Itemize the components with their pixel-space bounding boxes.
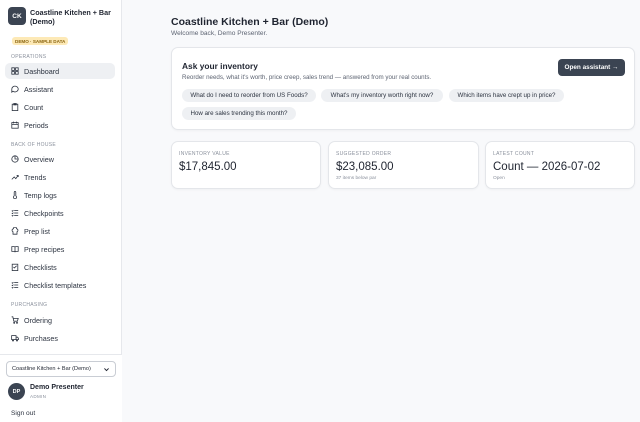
sidebar-item-label: Checklist templates xyxy=(24,280,87,290)
suggestion-chip[interactable]: What do I need to reorder from US Foods? xyxy=(182,89,316,102)
cart-icon xyxy=(11,316,19,324)
suggestion-chip[interactable]: Which items have crept up in price? xyxy=(449,89,564,102)
sidebar-item-ordering[interactable]: Ordering xyxy=(5,312,115,328)
sidebar-item-purchases[interactable]: Purchases xyxy=(5,330,115,346)
stat-label: INVENTORY VALUE xyxy=(179,151,230,157)
stat-value: $23,085.00 xyxy=(336,161,394,173)
sidebar-item-label: Prep recipes xyxy=(24,244,65,254)
main-content: Coastline Kitchen + Bar (Demo) Welcome b… xyxy=(122,0,640,422)
user-name: Demo Presenter xyxy=(30,384,84,391)
calendar-icon xyxy=(11,121,19,129)
thermometer-icon xyxy=(11,191,19,199)
brand-logo: CK xyxy=(8,7,26,25)
sidebar-item-label: Assistant xyxy=(24,84,54,94)
section-back-of-house: BACK OF HOUSE xyxy=(11,142,57,148)
sidebar-item-label: Checkpoints xyxy=(24,208,64,218)
sidebar-item-label: Purchases xyxy=(24,333,58,343)
sidebar-item-prep-list[interactable]: Prep list xyxy=(5,223,115,239)
sidebar-item-prep-recipes[interactable]: Prep recipes xyxy=(5,241,115,257)
stat-label: SUGGESTED ORDER xyxy=(336,151,392,157)
sidebar-item-label: Temp logs xyxy=(24,190,57,200)
chat-icon xyxy=(11,85,19,93)
sidebar-item-temp-logs[interactable]: Temp logs xyxy=(5,187,115,203)
chef-hat-icon xyxy=(11,227,19,235)
ask-inventory-card: Ask your inventory Reorder needs, what i… xyxy=(171,47,635,130)
stat-sub: 37 items below par xyxy=(336,176,377,181)
sidebar-item-label: Overview xyxy=(24,154,54,164)
grid-icon xyxy=(11,67,19,75)
ask-title: Ask your inventory xyxy=(182,61,258,71)
sidebar-item-assistant[interactable]: Assistant xyxy=(5,81,115,97)
sidebar-item-label: Periods xyxy=(24,120,49,130)
stat-sub: Open xyxy=(493,176,505,181)
demo-badge: DEMO · SAMPLE DATA xyxy=(12,37,69,45)
sidebar: CK Coastline Kitchen + Bar (Demo) DEMO ·… xyxy=(0,0,122,422)
section-purchasing: PURCHASING xyxy=(11,302,48,308)
sidebar-footer: Coastline Kitchen + Bar (Demo) DP Demo P… xyxy=(0,354,122,422)
ask-description: Reorder needs, what it's worth, price cr… xyxy=(182,74,432,81)
list-check-icon xyxy=(11,209,19,217)
chevron-down-icon xyxy=(103,366,110,373)
welcome-message: Welcome back, Demo Presenter. xyxy=(171,30,268,37)
suggestion-chip[interactable]: What's my inventory worth right now? xyxy=(321,89,443,102)
sign-out-link[interactable]: Sign out xyxy=(11,410,35,417)
sidebar-item-label: Prep list xyxy=(24,226,50,236)
avatar: DP xyxy=(8,383,25,400)
stat-card-suggested-order[interactable]: SUGGESTED ORDER $23,085.00 37 items belo… xyxy=(328,141,479,189)
sidebar-item-periods[interactable]: Periods xyxy=(5,117,115,133)
sidebar-item-dashboard[interactable]: Dashboard xyxy=(5,63,115,79)
stat-value: Count — 2026-07-02 xyxy=(493,161,601,173)
sidebar-item-count[interactable]: Count xyxy=(5,99,115,115)
page-title: Coastline Kitchen + Bar (Demo) xyxy=(171,16,329,28)
truck-icon xyxy=(11,334,19,342)
stat-value: $17,845.00 xyxy=(179,161,237,173)
sidebar-item-checklists[interactable]: Checklists xyxy=(5,259,115,275)
sidebar-item-overview[interactable]: Overview xyxy=(5,151,115,167)
pie-icon xyxy=(11,155,19,163)
sidebar-item-trends[interactable]: Trends xyxy=(5,169,115,185)
checklist-icon xyxy=(11,263,19,271)
trend-icon xyxy=(11,173,19,181)
stat-card-latest-count[interactable]: LATEST COUNT Count — 2026-07-02 Open xyxy=(485,141,635,189)
suggestion-chip[interactable]: How are sales trending this month? xyxy=(182,107,296,120)
section-operations: OPERATIONS xyxy=(11,54,47,60)
stat-label: LATEST COUNT xyxy=(493,151,535,157)
sidebar-item-label: Checklists xyxy=(24,262,57,272)
book-icon xyxy=(11,245,19,253)
sidebar-item-label: Count xyxy=(24,102,44,112)
stat-card-inventory-value[interactable]: INVENTORY VALUE $17,845.00 xyxy=(171,141,321,189)
sidebar-item-label: Ordering xyxy=(24,315,52,325)
sidebar-item-checklist-templates[interactable]: Checklist templates xyxy=(5,277,115,293)
open-assistant-button[interactable]: Open assistant → xyxy=(558,59,625,76)
org-select-value: Coastline Kitchen + Bar (Demo) xyxy=(12,366,91,372)
sidebar-item-label: Trends xyxy=(24,172,47,182)
brand-name: Coastline Kitchen + Bar (Demo) xyxy=(30,8,111,26)
clipboard-icon xyxy=(11,103,19,111)
template-icon xyxy=(11,281,19,289)
org-select[interactable]: Coastline Kitchen + Bar (Demo) xyxy=(6,361,116,377)
sidebar-item-label: Dashboard xyxy=(24,66,60,76)
sidebar-item-checkpoints[interactable]: Checkpoints xyxy=(5,205,115,221)
user-role: ADMIN xyxy=(30,394,47,399)
